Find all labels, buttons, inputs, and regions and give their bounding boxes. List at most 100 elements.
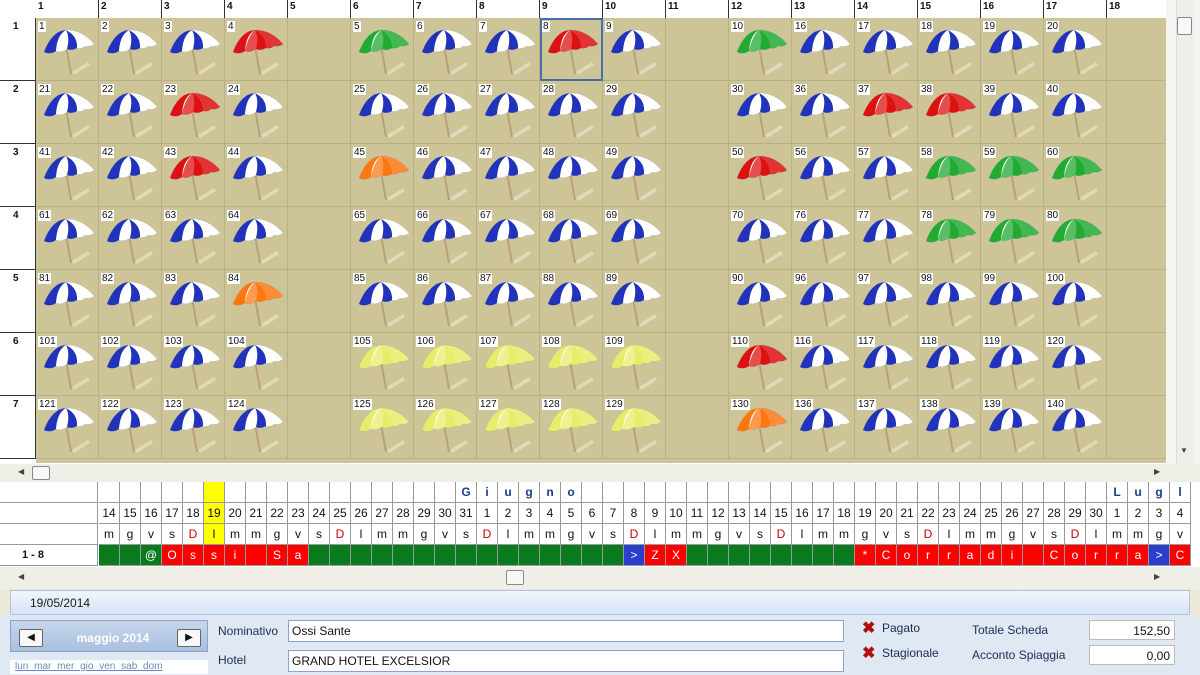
calendar-day-cell[interactable]: 3 [1149, 503, 1170, 524]
umbrella-spot[interactable]: 2 [99, 18, 162, 81]
umbrella-spot[interactable]: 137 [855, 396, 918, 459]
scroll-left-icon[interactable]: ◀ [18, 467, 24, 476]
umbrella-spot[interactable]: 85 [351, 270, 414, 333]
occupancy-cell[interactable]: a [1128, 545, 1149, 566]
occupancy-cell[interactable] [729, 545, 750, 566]
empty-spot[interactable] [288, 396, 351, 459]
umbrella-spot[interactable]: 50 [729, 144, 792, 207]
umbrella-spot[interactable]: 108 [540, 333, 603, 396]
umbrella-spot[interactable]: 125 [351, 396, 414, 459]
umbrella-spot[interactable]: 10 [729, 18, 792, 81]
umbrella-spot[interactable]: 106 [414, 333, 477, 396]
occupancy-cell[interactable] [540, 545, 561, 566]
calendar-day-cell[interactable]: 10 [666, 503, 687, 524]
umbrella-spot[interactable]: 62 [99, 207, 162, 270]
calendar-day-cell[interactable]: 20 [225, 503, 246, 524]
umbrella-spot[interactable]: 45 [351, 144, 414, 207]
umbrella-spot[interactable]: 60 [1044, 144, 1107, 207]
occupancy-cell[interactable] [834, 545, 855, 566]
occupancy-cell[interactable] [477, 545, 498, 566]
occupancy-cell[interactable]: o [897, 545, 918, 566]
umbrella-spot[interactable]: 130 [729, 396, 792, 459]
umbrella-spot[interactable]: 41 [36, 144, 99, 207]
occupancy-cell[interactable]: Z [645, 545, 666, 566]
empty-spot[interactable] [288, 207, 351, 270]
umbrella-spot[interactable]: 68 [540, 207, 603, 270]
calendar-day-cell[interactable]: 31 [456, 503, 477, 524]
calendar-day-cell[interactable]: 24 [309, 503, 330, 524]
occupancy-cell[interactable] [519, 545, 540, 566]
empty-spot[interactable] [288, 270, 351, 333]
occupancy-cell[interactable]: * [855, 545, 876, 566]
umbrella-spot[interactable]: 66 [414, 207, 477, 270]
umbrella-spot[interactable]: 79 [981, 207, 1044, 270]
calendar-day-cell[interactable]: 14 [99, 503, 120, 524]
calendar-day-cell[interactable]: 30 [435, 503, 456, 524]
umbrella-spot[interactable]: 42 [99, 144, 162, 207]
calendar-day-cell[interactable]: 7 [603, 503, 624, 524]
umbrella-spot[interactable]: 4 [225, 18, 288, 81]
occupancy-cell[interactable] [246, 545, 267, 566]
umbrella-spot[interactable]: 9 [603, 18, 666, 81]
calendar-day-cell[interactable]: 29 [1065, 503, 1086, 524]
umbrella-spot[interactable]: 37 [855, 81, 918, 144]
stagionale-toggle[interactable]: ✖ Stagionale [862, 645, 939, 661]
umbrella-spot[interactable]: 76 [792, 207, 855, 270]
umbrella-spot[interactable]: 23 [162, 81, 225, 144]
calendar-day-cell[interactable]: 6 [582, 503, 603, 524]
umbrella-spot[interactable]: 57 [855, 144, 918, 207]
empty-spot[interactable] [666, 144, 729, 207]
umbrella-spot[interactable]: 90 [729, 270, 792, 333]
umbrella-spot[interactable]: 38 [918, 81, 981, 144]
calendar-day-cell[interactable]: 4 [1170, 503, 1191, 524]
empty-spot[interactable] [288, 81, 351, 144]
umbrella-spot[interactable]: 30 [729, 81, 792, 144]
umbrella-spot[interactable]: 126 [414, 396, 477, 459]
umbrella-spot[interactable]: 40 [1044, 81, 1107, 144]
calendar-day-cell[interactable]: 12 [708, 503, 729, 524]
occupancy-cell[interactable] [456, 545, 477, 566]
calendar-day-cell[interactable]: 16 [792, 503, 813, 524]
calendar-day-cell[interactable]: 28 [393, 503, 414, 524]
calendar-day-cell[interactable]: 26 [351, 503, 372, 524]
umbrella-spot[interactable]: 21 [36, 81, 99, 144]
occupancy-cell[interactable]: r [1107, 545, 1128, 566]
umbrella-spot[interactable]: 29 [603, 81, 666, 144]
hotel-field[interactable]: GRAND HOTEL EXCELSIOR [288, 650, 844, 672]
occupancy-cell[interactable]: > [624, 545, 645, 566]
occupancy-cell[interactable]: r [939, 545, 960, 566]
calendar-day-cell[interactable]: 15 [120, 503, 141, 524]
umbrella-spot[interactable]: 120 [1044, 333, 1107, 396]
occupancy-cell[interactable] [771, 545, 792, 566]
umbrella-spot[interactable]: 97 [855, 270, 918, 333]
calendar-day-cell[interactable]: 13 [729, 503, 750, 524]
scroll-down-icon[interactable]: ▼ [1180, 446, 1188, 455]
occupancy-cell[interactable]: a [960, 545, 981, 566]
calendar-day-cell[interactable]: 14 [750, 503, 771, 524]
umbrella-spot[interactable]: 140 [1044, 396, 1107, 459]
calendar-day-cell[interactable]: 25 [330, 503, 351, 524]
umbrella-spot[interactable]: 28 [540, 81, 603, 144]
umbrella-spot[interactable]: 65 [351, 207, 414, 270]
empty-spot[interactable] [666, 207, 729, 270]
umbrella-spot[interactable]: 129 [603, 396, 666, 459]
umbrella-spot[interactable]: 22 [99, 81, 162, 144]
vertical-scrollbar[interactable]: ▼ [1166, 0, 1200, 465]
umbrella-spot[interactable]: 127 [477, 396, 540, 459]
occupancy-cell[interactable]: > [1149, 545, 1170, 566]
calendar-day-cell[interactable]: 15 [771, 503, 792, 524]
occupancy-cell[interactable] [309, 545, 330, 566]
umbrella-spot[interactable]: 59 [981, 144, 1044, 207]
calendar-day-cell[interactable]: 16 [141, 503, 162, 524]
umbrella-spot[interactable]: 124 [225, 396, 288, 459]
vertical-scroll-thumb[interactable] [1177, 17, 1192, 35]
occupancy-cell[interactable]: a [288, 545, 309, 566]
umbrella-spot[interactable]: 47 [477, 144, 540, 207]
umbrella-spot[interactable]: 117 [855, 333, 918, 396]
empty-spot[interactable] [666, 270, 729, 333]
umbrella-spot[interactable]: 78 [918, 207, 981, 270]
empty-spot[interactable] [666, 18, 729, 81]
umbrella-spot[interactable]: 87 [477, 270, 540, 333]
umbrella-spot[interactable]: 48 [540, 144, 603, 207]
occupancy-cell[interactable]: S [267, 545, 288, 566]
